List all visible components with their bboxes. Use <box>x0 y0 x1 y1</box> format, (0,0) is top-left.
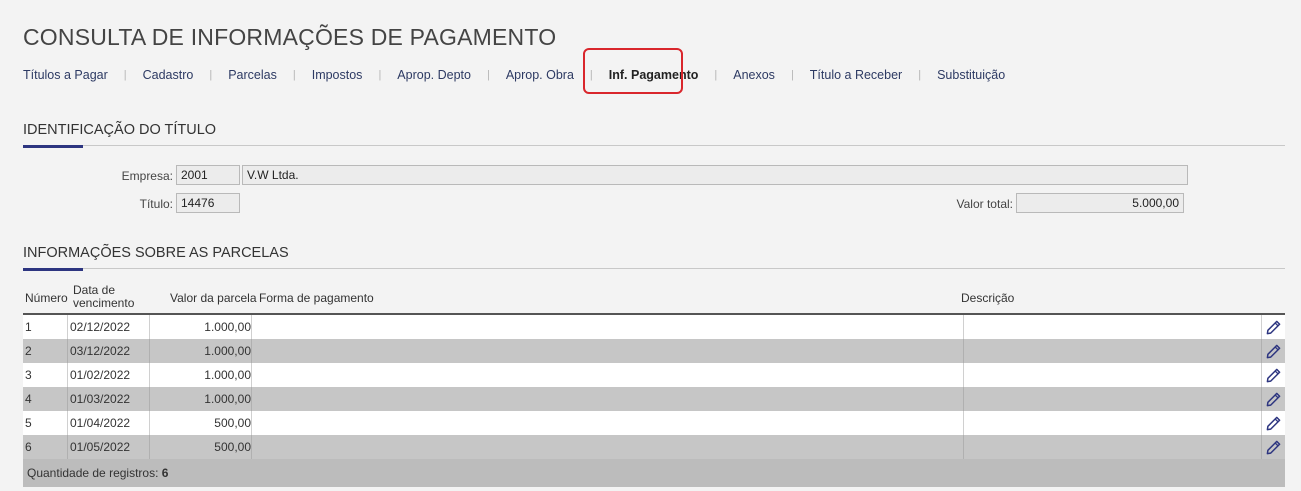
table-row: 4 01/03/2022 1.000,00 <box>23 387 1285 411</box>
cell-numero: 4 <box>25 392 32 406</box>
tab-separator: | <box>378 69 382 81</box>
header-numero[interactable]: Número <box>25 292 68 305</box>
tab-separator: | <box>209 69 213 81</box>
tab-separator: | <box>123 69 127 81</box>
edit-row-button[interactable] <box>1261 387 1285 411</box>
tab-separator: | <box>486 69 490 81</box>
cell-data: 01/03/2022 <box>67 387 149 411</box>
cell-numero: 5 <box>25 416 32 430</box>
cell-forma <box>251 387 963 411</box>
cell-forma <box>251 363 963 387</box>
cell-valor: 1.000,00 <box>149 387 251 411</box>
cell-numero: 3 <box>25 368 32 382</box>
tab-bar: Títulos a Pagar | Cadastro | Parcelas | … <box>23 66 1005 84</box>
cell-data: 01/02/2022 <box>67 363 149 387</box>
section-accent <box>23 268 83 271</box>
cell-data: 03/12/2022 <box>67 339 149 363</box>
header-data-vencimento-line2[interactable]: vencimento <box>73 297 134 310</box>
edit-row-button[interactable] <box>1261 315 1285 339</box>
edit-row-button[interactable] <box>1261 435 1285 459</box>
cell-forma <box>251 339 963 363</box>
cell-forma <box>251 435 963 459</box>
edit-row-button[interactable] <box>1261 339 1285 363</box>
header-forma-pagamento[interactable]: Forma de pagamento <box>259 292 374 305</box>
valor-total-field[interactable]: 5.000,00 <box>1016 193 1184 213</box>
tab-aprop-depto[interactable]: Aprop. Depto <box>397 68 471 82</box>
titulo-field[interactable]: 14476 <box>176 193 240 213</box>
table-header: Número Data de vencimento Valor da parce… <box>23 284 1285 313</box>
edit-row-button[interactable] <box>1261 363 1285 387</box>
empresa-code-field[interactable]: 2001 <box>176 165 240 185</box>
header-valor-parcela[interactable]: Valor da parcela <box>170 292 257 305</box>
tab-titulo-a-receber[interactable]: Título a Receber <box>810 68 902 82</box>
cell-numero: 2 <box>25 344 32 358</box>
cell-valor: 500,00 <box>149 411 251 435</box>
record-count-value: 6 <box>161 466 169 480</box>
table-row: 2 03/12/2022 1.000,00 <box>23 339 1285 363</box>
cell-descricao <box>963 411 1261 435</box>
table-row: 6 01/05/2022 500,00 <box>23 435 1285 459</box>
cell-valor: 1.000,00 <box>149 339 251 363</box>
tab-substituicao[interactable]: Substituição <box>937 68 1005 82</box>
pencil-icon <box>1266 344 1281 358</box>
tab-impostos[interactable]: Impostos <box>312 68 363 82</box>
cell-descricao <box>963 435 1261 459</box>
cell-descricao <box>963 363 1261 387</box>
cell-forma <box>251 315 963 339</box>
table-row: 5 01/04/2022 500,00 <box>23 411 1285 435</box>
edit-row-button[interactable] <box>1261 411 1285 435</box>
header-descricao[interactable]: Descrição <box>961 292 1014 305</box>
tab-separator: | <box>714 69 718 81</box>
table-row: 3 01/02/2022 1.000,00 <box>23 363 1285 387</box>
section-title-identificacao: IDENTIFICAÇÃO DO TÍTULO <box>23 122 217 138</box>
cell-forma <box>251 411 963 435</box>
cell-numero: 1 <box>25 320 32 334</box>
titulo-label: Título: <box>139 197 173 211</box>
cell-valor: 1.000,00 <box>149 363 251 387</box>
cell-data: 02/12/2022 <box>67 315 149 339</box>
cell-descricao <box>963 339 1261 363</box>
tab-parcelas[interactable]: Parcelas <box>228 68 277 82</box>
pencil-icon <box>1266 392 1281 406</box>
cell-data: 01/04/2022 <box>67 411 149 435</box>
tab-cadastro[interactable]: Cadastro <box>143 68 194 82</box>
empresa-name-field[interactable]: V.W Ltda. <box>242 165 1188 185</box>
tab-titulos-a-pagar[interactable]: Títulos a Pagar <box>23 68 108 82</box>
section-divider <box>23 145 1285 146</box>
pencil-icon <box>1266 368 1281 382</box>
valor-total-label: Valor total: <box>956 197 1013 211</box>
tab-anexos[interactable]: Anexos <box>733 68 775 82</box>
pencil-icon <box>1266 320 1281 334</box>
cell-valor: 500,00 <box>149 435 251 459</box>
table-row: 1 02/12/2022 1.000,00 <box>23 315 1285 339</box>
table-footer: Quantidade de registros: 6 <box>23 459 1285 487</box>
record-count-label: Quantidade de registros: <box>27 466 159 480</box>
parcelas-table: Número Data de vencimento Valor da parce… <box>23 284 1285 487</box>
tab-separator: | <box>918 69 922 81</box>
section-accent <box>23 145 83 148</box>
tab-separator: | <box>292 69 296 81</box>
empresa-label: Empresa: <box>121 169 173 183</box>
section-title-parcelas: INFORMAÇÕES SOBRE AS PARCELAS <box>23 245 289 261</box>
cell-descricao <box>963 387 1261 411</box>
cell-valor: 1.000,00 <box>149 315 251 339</box>
cell-data: 01/05/2022 <box>67 435 149 459</box>
tab-aprop-obra[interactable]: Aprop. Obra <box>506 68 574 82</box>
cell-descricao <box>963 315 1261 339</box>
page-title: CONSULTA DE INFORMAÇÕES DE PAGAMENTO <box>23 24 557 50</box>
tab-separator: | <box>790 69 794 81</box>
section-divider <box>23 268 1285 269</box>
pencil-icon <box>1266 416 1281 430</box>
active-tab-highlight <box>583 48 683 94</box>
cell-numero: 6 <box>25 440 32 454</box>
pencil-icon <box>1266 440 1281 454</box>
